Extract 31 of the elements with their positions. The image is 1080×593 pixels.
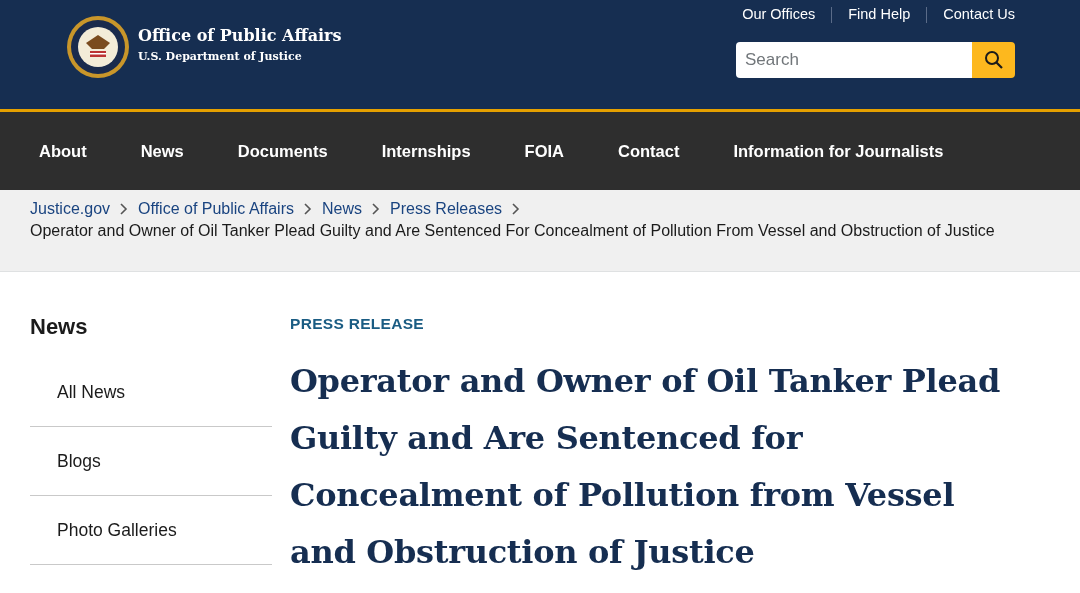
nav-link[interactable]: About (39, 138, 87, 164)
nav-link[interactable]: FOIA (524, 138, 564, 164)
search-field[interactable]: Search (736, 41, 972, 78)
search-button[interactable] (972, 41, 1015, 78)
nav-link[interactable]: Documents (237, 138, 328, 164)
nav-link[interactable]: Information for Journalists (733, 138, 944, 164)
breadcrumb-link[interactable]: Justice.gov (30, 198, 111, 220)
chevron-icon (304, 203, 312, 215)
site-subtitle: U.S. Department of Justice (138, 49, 303, 66)
site-title[interactable]: Office of Public Affairs (138, 27, 342, 46)
breadcrumb-link[interactable]: Office of Public Affairs (138, 198, 294, 220)
chevron-icon (512, 203, 521, 215)
breadcrumb-current: Operator and Owner of Oil Tanker Plead Guilty and Are Sentenced For Concealment of Pollution From Vessel and Obstruction of Justice (30, 221, 996, 241)
sidebar-item[interactable]: Photo Galleries (30, 496, 272, 565)
utility-link[interactable]: Contact Us (943, 4, 1015, 26)
sidebar-item[interactable]: Blogs (30, 427, 272, 496)
article-title: Operator and Owner of Oil Tanker Plead Guilty and Are Sentenced for Concealment of Pollution from Vessel and Obstruction of Justice (290, 361, 1002, 574)
nav-link[interactable]: Contact (618, 138, 680, 164)
article-label: PRESS RELEASE (290, 314, 425, 334)
breadcrumb-link[interactable]: News (322, 198, 362, 220)
sidebar-heading: News (30, 313, 89, 341)
breadcrumb-link[interactable]: Press Releases (390, 198, 503, 220)
utility-link[interactable]: Find Help (848, 4, 911, 26)
chevron-icon (372, 203, 380, 215)
sidebar-item[interactable]: All News (30, 358, 272, 427)
seal-logo (66, 14, 130, 79)
search-icon (983, 49, 1004, 70)
utility-link[interactable]: Our Offices (742, 4, 816, 26)
nav-link[interactable]: News (140, 138, 184, 164)
chevron-icon (120, 203, 129, 215)
nav-link[interactable]: Internships (381, 138, 471, 164)
